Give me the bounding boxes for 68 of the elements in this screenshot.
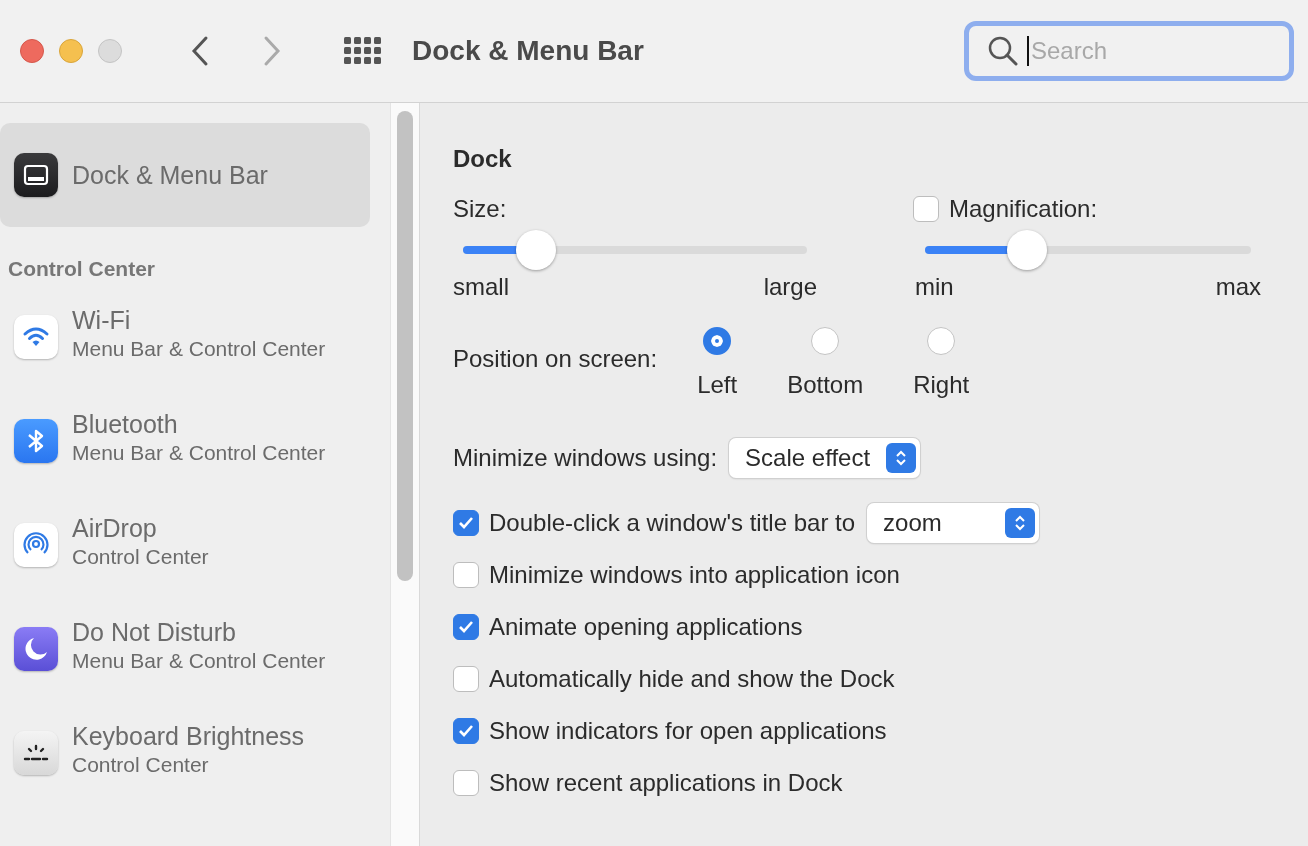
item-title: AirDrop [72, 513, 158, 543]
back-icon[interactable] [190, 35, 210, 67]
radio-button[interactable] [811, 327, 840, 355]
checkbox[interactable] [453, 770, 479, 796]
radio-label: Bottom [787, 371, 864, 399]
sidebar-item[interactable]: Do Not Disturb Menu Bar & Control Center [0, 617, 390, 721]
checkbox[interactable] [453, 562, 479, 588]
wifi-icon [14, 315, 58, 359]
sidebar-item[interactable]: AirDrop Control Center [0, 513, 390, 617]
airdrop-icon [14, 523, 58, 567]
search-field[interactable]: Search [964, 21, 1294, 81]
option-label: Double-click a window's title bar to [489, 509, 856, 537]
item-title: Do Not Disturb [72, 617, 237, 647]
option-label: Show recent applications in Dock [489, 769, 843, 797]
radio-button[interactable] [703, 327, 732, 355]
stepper-icon [1005, 508, 1036, 538]
action-dropdown[interactable]: zoom [867, 503, 1040, 543]
item-subtitle: Menu Bar & Control Center [72, 336, 326, 362]
forward-icon[interactable] [262, 35, 282, 67]
moon-icon [14, 627, 58, 671]
sidebar-item[interactable]: Dock & Menu Bar [0, 123, 370, 227]
dock-icon [14, 153, 58, 197]
magnification-slider-thumb[interactable] [1007, 230, 1048, 270]
min-label: small [453, 273, 509, 301]
max-label: max [1215, 273, 1261, 301]
effect-dropdown[interactable]: Scale effect [729, 438, 921, 478]
item-title: Keyboard Brightness [72, 721, 305, 751]
window-title: Dock & Menu Bar [412, 35, 644, 67]
radio-label: Right [913, 371, 970, 399]
size-label: Size: [453, 195, 507, 223]
size-slider-thumb[interactable] [515, 230, 556, 270]
bluetooth-icon [14, 419, 58, 463]
minimize-button[interactable] [59, 39, 83, 63]
checkbox[interactable] [913, 196, 939, 222]
radio-label: Left [697, 371, 738, 399]
sidebar-item[interactable]: Bluetooth Menu Bar & Control Center [0, 409, 390, 513]
checkbox[interactable] [453, 666, 479, 692]
checkbox[interactable] [453, 718, 479, 744]
item-title: Wi-Fi [72, 305, 132, 335]
min-label: min [915, 273, 954, 301]
position-label: Position on screen: [453, 345, 658, 374]
item-subtitle: Menu Bar & Control Center [72, 440, 326, 466]
search-icon [987, 35, 1019, 67]
stepper-icon [886, 443, 917, 473]
zoom-button[interactable] [98, 39, 122, 63]
option-label: Show indicators for open applications [489, 717, 887, 745]
sidebar-item[interactable]: Wi-Fi Menu Bar & Control Center [0, 305, 390, 409]
brightness-icon [14, 731, 58, 775]
checkbox[interactable] [453, 614, 479, 640]
scrollbar[interactable] [397, 111, 413, 581]
option-label: Animate opening applications [489, 613, 803, 641]
option-label: Minimize windows into application icon [489, 561, 900, 589]
item-subtitle: Control Center [72, 544, 209, 570]
item-title: Bluetooth [72, 409, 179, 439]
grid-icon[interactable] [344, 37, 382, 65]
section-heading: Control Center [7, 256, 156, 282]
magnification-label: Magnification: [949, 195, 1098, 223]
option-label: Automatically hide and show the Dock [489, 665, 895, 693]
item-subtitle: Menu Bar & Control Center [72, 648, 326, 674]
max-label: large [763, 273, 817, 301]
sidebar-item[interactable]: Keyboard Brightness Control Center [0, 721, 390, 825]
radio-button[interactable] [927, 327, 956, 355]
section-heading: Dock [453, 145, 513, 173]
item-subtitle: Control Center [72, 752, 210, 778]
checkbox[interactable] [453, 510, 479, 536]
minimize-label: Minimize windows using: [453, 444, 718, 472]
search-input[interactable]: Search [1027, 36, 1273, 66]
close-button[interactable] [20, 39, 44, 63]
